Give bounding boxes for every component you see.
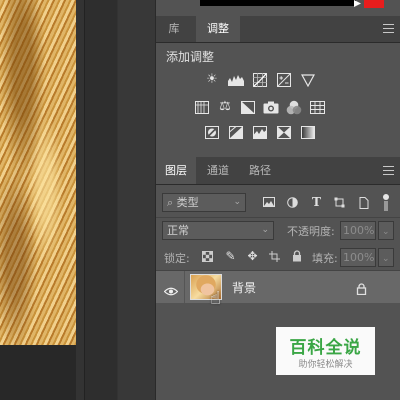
filter-toggle-track bbox=[384, 201, 388, 211]
fill-dropdown[interactable]: ⌄ bbox=[378, 248, 394, 267]
lock-icon[interactable] bbox=[356, 280, 367, 299]
color-lookup-icon[interactable] bbox=[309, 99, 325, 115]
levels-icon[interactable] bbox=[228, 72, 244, 88]
lock-image-pixels-icon[interactable]: ✎ bbox=[224, 250, 237, 262]
blend-mode-select[interactable]: 正常 ⌄ bbox=[162, 221, 274, 240]
lock-position-icon[interactable]: ✥ bbox=[246, 250, 259, 262]
opacity-dropdown[interactable]: ⌄ bbox=[378, 221, 394, 240]
channel-mixer-icon[interactable] bbox=[286, 99, 302, 115]
layers-tab-bar: 图层 通道 路径 bbox=[156, 157, 400, 185]
lock-transparent-pixels-icon[interactable] bbox=[201, 251, 214, 263]
hand-cursor-icon: ☝ bbox=[210, 288, 221, 309]
adjust-tab-bar: 库 调整 bbox=[156, 16, 400, 43]
brightness-icon[interactable]: ☀ bbox=[204, 72, 220, 88]
fill-label: 填充: bbox=[312, 252, 338, 265]
panel-dock-strip bbox=[118, 0, 156, 400]
chevron-down-icon: ⌄ bbox=[382, 227, 390, 237]
vibrance-icon[interactable] bbox=[194, 99, 210, 115]
opacity-label: 不透明度: bbox=[287, 225, 335, 238]
lock-artboard-icon[interactable] bbox=[268, 251, 281, 263]
watermark-subtitle: 助你轻松解决 bbox=[298, 360, 353, 370]
layer-filter-kind-select[interactable]: ⌕ 类型 ⌄ bbox=[162, 193, 246, 212]
panel-divider bbox=[156, 217, 400, 218]
tab-layers[interactable]: 图层 bbox=[156, 157, 196, 184]
filter-type-icon[interactable]: T bbox=[310, 196, 323, 208]
chevron-down-icon: ⌄ bbox=[261, 225, 269, 235]
posterize-icon[interactable] bbox=[228, 124, 244, 140]
exposure-icon[interactable] bbox=[276, 72, 292, 88]
threshold-icon[interactable] bbox=[252, 124, 268, 140]
lock-all-icon[interactable] bbox=[290, 250, 303, 262]
selective-color-icon[interactable] bbox=[276, 124, 292, 140]
invert-icon[interactable] bbox=[204, 124, 220, 140]
color-swatch[interactable] bbox=[364, 0, 384, 8]
layers-panel-menu-icon[interactable] bbox=[383, 166, 394, 175]
search-icon: ⌕ bbox=[167, 196, 174, 209]
adjustment-row-2: ⚖ bbox=[194, 99, 325, 115]
layer-divider bbox=[184, 271, 185, 303]
filter-smart-object-icon[interactable] bbox=[357, 197, 370, 209]
chevron-down-icon: ⌄ bbox=[233, 197, 241, 207]
add-adjustment-title: 添加调整 bbox=[166, 50, 215, 64]
layer-name[interactable]: 背景 bbox=[232, 279, 256, 296]
color-ramp[interactable] bbox=[200, 0, 356, 6]
tab-channels[interactable]: 通道 bbox=[198, 157, 238, 184]
filter-kind-label: 类型 bbox=[176, 196, 199, 209]
chevron-down-icon: ⌄ bbox=[382, 254, 390, 264]
adjustment-row-1: ☀ bbox=[204, 72, 316, 88]
fill-input[interactable]: 100% bbox=[340, 248, 376, 267]
adjustment-row-3 bbox=[204, 124, 316, 140]
tab-paths[interactable]: 路径 bbox=[240, 157, 280, 184]
panel-menu-icon[interactable] bbox=[383, 24, 394, 33]
gradient-map-icon[interactable] bbox=[300, 124, 316, 140]
opacity-input[interactable]: 100% bbox=[340, 221, 376, 240]
opacity-value: 100% bbox=[343, 224, 375, 237]
gradient-triangle-icon[interactable] bbox=[300, 72, 316, 88]
black-white-icon[interactable] bbox=[240, 99, 256, 115]
fill-value: 100% bbox=[343, 251, 375, 264]
filter-toggle-icon[interactable] bbox=[383, 194, 389, 200]
tab-library[interactable]: 库 bbox=[156, 16, 192, 42]
curves-icon[interactable] bbox=[252, 72, 268, 88]
blend-mode-label: 正常 bbox=[167, 224, 189, 237]
filter-pixel-icon[interactable] bbox=[262, 197, 275, 209]
watermark-logo: 百科全说 助你轻松解决 bbox=[276, 327, 375, 375]
lock-label: 锁定: bbox=[164, 252, 190, 265]
watermark-title: 百科全说 bbox=[289, 338, 362, 358]
vertical-scrollbar[interactable] bbox=[84, 0, 117, 400]
photo-filter-icon[interactable] bbox=[263, 99, 279, 115]
eye-icon[interactable] bbox=[163, 281, 179, 300]
filter-adjustment-icon[interactable] bbox=[286, 197, 299, 209]
filter-shape-icon[interactable] bbox=[333, 197, 346, 209]
tab-adjustments[interactable]: 调整 bbox=[196, 16, 240, 42]
document-image[interactable] bbox=[0, 0, 76, 345]
color-balance-icon[interactable]: ⚖ bbox=[217, 99, 233, 115]
